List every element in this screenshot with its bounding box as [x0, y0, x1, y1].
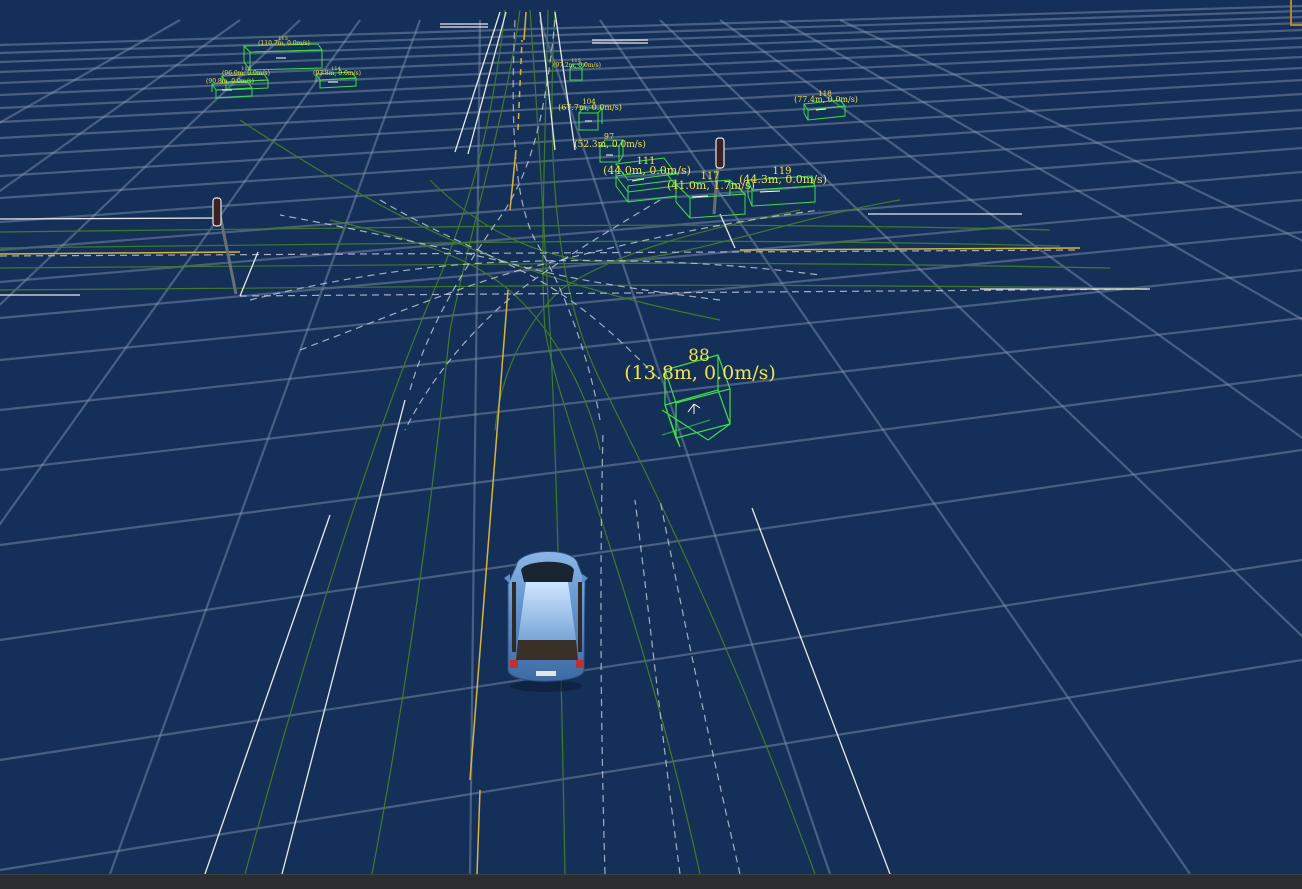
obstacle-118[interactable]: 118 (77.4m, 0.0m/s)	[794, 90, 858, 121]
obstacle-115-info: (97.2m, 0.0m/s)	[553, 62, 601, 69]
obstacle-88-info: (13.8m, 0.0m/s)	[624, 362, 776, 384]
obstacle-110[interactable]: (90.8m, 0.0m/s)	[206, 78, 254, 99]
obstacle-97-info: (52.3m, 0.0m/s)	[574, 139, 646, 150]
obstacle-111-info: (44.0m, 0.0m/s)	[603, 164, 691, 177]
car-icon[interactable]	[504, 551, 588, 692]
obstacle-112-info: (96.0m, 0.0m/s)	[222, 70, 270, 77]
obstacle-104[interactable]: 104 (67.7m, 0.0m/s)	[558, 98, 622, 131]
obstacle-113-info: (110.7m, 0.0m/s)	[258, 40, 310, 47]
scene-canvas: 88 (13.8m, 0.0m/s) 111 (44.0m, 0.0m/s) 1…	[0, 4, 1302, 874]
corner-panel-handle[interactable]	[1290, 0, 1302, 26]
obstacle-104-info: (67.7m, 0.0m/s)	[558, 103, 622, 112]
status-bar	[0, 874, 1302, 889]
obstacle-119-info: (44.3m, 0.0m/s)	[739, 173, 827, 186]
obstacle-114-info: (93.8m, 0.0m/s)	[313, 70, 361, 77]
3d-scene-viewport[interactable]: 88 (13.8m, 0.0m/s) 111 (44.0m, 0.0m/s) 1…	[0, 0, 1302, 874]
ground-grid	[0, 4, 1302, 874]
obstacle-110-info: (90.8m, 0.0m/s)	[206, 78, 254, 85]
obstacle-118-info: (77.4m, 0.0m/s)	[794, 95, 858, 104]
obstacle-88[interactable]: 88 (13.8m, 0.0m/s)	[624, 346, 776, 448]
